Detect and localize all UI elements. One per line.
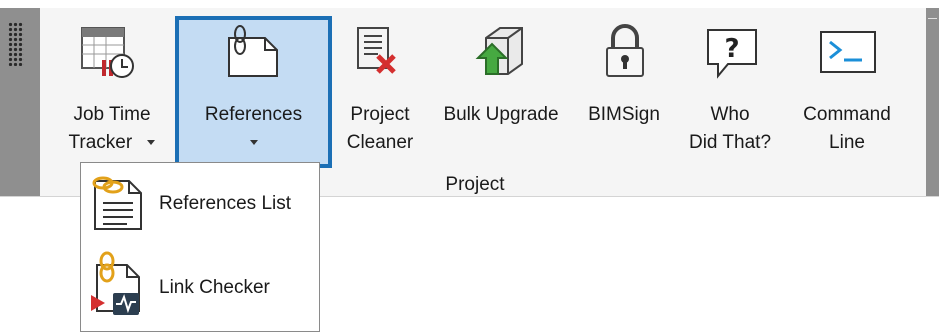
bimsign-label: BIMSign [588,104,660,125]
svg-text:?: ? [724,34,739,64]
link-checker-icon [87,251,151,322]
references-list-icon [87,173,149,238]
chevron-down-icon[interactable] [147,140,156,146]
chevron-down-icon [249,140,258,145]
project-cleaner-icon [354,24,406,86]
job-time-tracker-icon [78,24,134,86]
command-line-icon [818,24,878,86]
job-time-tracker-label-2-text: Tracker [68,132,133,153]
who-did-that-button[interactable]: ? Who Did That? [676,24,784,164]
project-cleaner-label-1: Project [350,104,410,125]
command-line-button[interactable]: Command Line [788,24,906,164]
lock-icon [600,24,650,86]
link-checker-label: Link Checker [159,277,270,298]
references-icon [223,24,283,86]
ribbon-right-edge [926,8,939,196]
command-line-label-2: Line [829,132,865,153]
job-time-tracker-label-2: Tracker [52,131,172,154]
question-bubble-icon: ? [704,24,760,86]
who-did-that-label-1: Who [710,104,750,125]
menu-item-references-list[interactable]: References List [81,167,319,239]
command-line-label-1: Command [803,104,891,125]
panel-grip[interactable] [0,8,40,196]
references-dropdown-menu: References List Link Checker [80,162,320,332]
references-list-label: References List [159,193,292,214]
job-time-tracker-label-1: Job Time [73,104,151,125]
job-time-tracker-button[interactable]: Job Time Tracker [52,24,172,174]
grip-dots-icon [8,22,24,66]
project-cleaner-button[interactable]: Project Cleaner [336,24,424,164]
references-label: References [204,104,303,125]
references-button[interactable]: References [179,24,328,169]
bulk-upgrade-label: Bulk Upgrade [443,104,559,125]
bimsign-button[interactable]: BIMSign [576,24,672,164]
bulk-upgrade-button[interactable]: Bulk Upgrade [428,24,574,164]
who-did-that-label-2: Did That? [688,132,772,153]
menu-item-link-checker[interactable]: Link Checker [81,251,319,323]
references-dropdown-arrow[interactable] [179,128,328,151]
panel-title: Project [445,174,505,195]
project-cleaner-label-2: Cleaner [346,132,414,153]
bulk-upgrade-icon [472,24,530,88]
